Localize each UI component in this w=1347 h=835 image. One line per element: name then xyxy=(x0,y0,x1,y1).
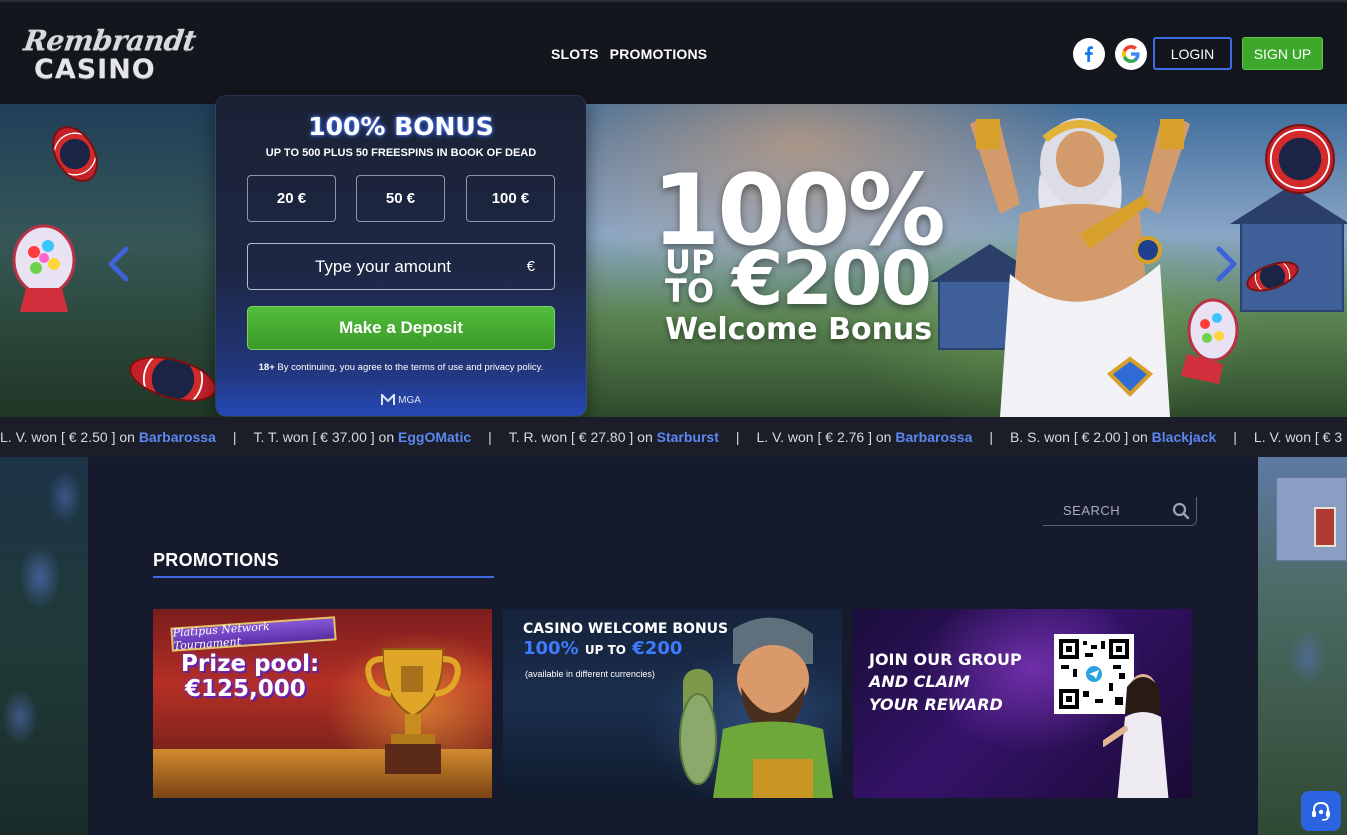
prize-pool-amount: €125,000 xyxy=(185,676,306,702)
login-button[interactable]: LOGIN xyxy=(1153,37,1232,70)
headset-icon xyxy=(1312,801,1330,821)
join-group-line3: YOUR REWARD xyxy=(869,695,1003,714)
trophy-icon xyxy=(365,648,461,774)
nav-promotions[interactable]: PROMOTIONS xyxy=(610,46,708,62)
hero-banner[interactable]: 100% UP TO €200 Welcome Bonus xyxy=(0,104,1347,417)
facebook-icon xyxy=(1085,46,1093,62)
ticker-game-link[interactable]: Barbarossa xyxy=(895,429,972,445)
promo-card-tournament[interactable]: Platipus Network Tournament Prize pool: … xyxy=(153,609,492,798)
ticker-separator: | xyxy=(488,429,492,445)
ticker-item: T. R. won [ € 27.80 ] on Starburst xyxy=(509,429,719,445)
logo-script: Rembrandt xyxy=(21,24,198,57)
age-restriction: 18+ xyxy=(258,362,275,373)
ticker-item: L. V. won [ € 3 xyxy=(1254,429,1342,445)
ticker-winner: L. V. won [ € 3 xyxy=(1253,429,1343,445)
ticker-item: L. V. won [ € 2.50 ] on Barbarossa xyxy=(0,429,216,445)
welcome-bonus-note: (available in different currencies) xyxy=(525,669,655,679)
ticker-game-link[interactable]: Starburst xyxy=(657,429,719,445)
ticker-game-link[interactable]: EggOMatic xyxy=(398,429,471,445)
amount-option-50[interactable]: 50 € xyxy=(356,175,445,222)
deposit-title: 100% BONUS xyxy=(308,112,494,141)
join-group-title: JOIN OUR GROUP xyxy=(869,650,1022,669)
mga-license: MGA xyxy=(216,394,586,406)
deposit-widget: 100% BONUS UP TO 500 PLUS 50 FREESPINS I… xyxy=(216,96,586,416)
search-icon[interactable] xyxy=(1172,502,1190,520)
background-scenery-left xyxy=(0,457,88,835)
hero-amount: €200 xyxy=(732,236,932,322)
tournament-banner-label: Platipus Network Tournament xyxy=(172,619,271,653)
promo-card-welcome-bonus[interactable]: CASINO WELCOME BONUS 100% UP TO €200 (av… xyxy=(503,609,842,798)
fisherman-character-image xyxy=(679,617,833,798)
google-login-button[interactable] xyxy=(1115,38,1147,70)
promotions-heading: PROMOTIONS xyxy=(153,550,280,570)
tournament-banner: Platipus Network Tournament xyxy=(170,616,337,653)
carousel-prev-button[interactable] xyxy=(103,244,133,284)
house-door xyxy=(1314,507,1336,547)
hero-up-to: UP TO xyxy=(665,246,715,310)
chevron-left-icon xyxy=(108,246,129,282)
main-nav: SLOTS PROMOTIONS xyxy=(551,46,707,62)
hero-subtitle: Welcome Bonus xyxy=(665,312,933,347)
casino-logo[interactable]: Rembrandt CASINO xyxy=(20,24,198,86)
ticker-winner: L. V. won [ € 2.50 ] on xyxy=(0,429,135,445)
amount-option-100[interactable]: 100 € xyxy=(466,175,555,222)
chevron-right-icon xyxy=(1216,246,1237,282)
ticker-separator: | xyxy=(735,429,740,445)
ticker-separator: | xyxy=(1233,429,1237,445)
nav-slots[interactable]: SLOTS xyxy=(551,46,599,62)
prize-pool-label: Prize pool: xyxy=(181,651,320,677)
ticker-item: L. V. won [ € 2.76 ] on Barbarossa xyxy=(757,429,973,445)
site-header: Rembrandt CASINO SLOTS PROMOTIONS LOGIN … xyxy=(0,0,1347,104)
custom-amount-field: € xyxy=(247,243,555,290)
background-scenery-right xyxy=(1258,457,1347,835)
search-box xyxy=(1043,497,1197,526)
house xyxy=(1276,477,1347,561)
welcome-bonus-percent: 100% xyxy=(523,638,579,659)
winners-ticker: L. V. won [ € 2.50 ] on Barbarossa | T. … xyxy=(0,417,1347,457)
main-content: PROMOTIONS Platipus Network Tournament P… xyxy=(88,457,1258,835)
ticker-game-link[interactable]: Blackjack xyxy=(1152,429,1217,445)
ticker-game-link[interactable]: Barbarossa xyxy=(139,429,216,445)
gumball-machine-icon xyxy=(12,224,76,312)
ticker-track: L. V. won [ € 2.50 ] on Barbarossa | T. … xyxy=(0,429,1342,445)
amount-option-20[interactable]: 20 € xyxy=(247,175,336,222)
mga-logo-icon xyxy=(381,394,396,405)
search-input[interactable] xyxy=(1043,497,1167,524)
ticker-separator: | xyxy=(232,429,237,445)
hero-to-line: TO xyxy=(665,272,715,310)
welcome-bonus-offer: 100% UP TO €200 xyxy=(523,638,682,659)
make-deposit-button[interactable]: Make a Deposit xyxy=(247,306,555,350)
promo-card-join-group[interactable]: JOIN OUR GROUP AND CLAIM YOUR REWARD xyxy=(853,609,1192,798)
ticker-separator: | xyxy=(989,429,994,445)
logo-word: CASINO xyxy=(34,54,156,85)
deposit-subtitle: UP TO 500 PLUS 50 FREESPINS IN BOOK OF D… xyxy=(265,147,537,159)
presenter-woman-image xyxy=(1103,674,1169,798)
carousel-next-button[interactable] xyxy=(1212,244,1242,284)
ticker-winner: B. S. won [ € 2.00 ] on xyxy=(1010,429,1148,445)
casino-chip-icon xyxy=(1265,124,1335,194)
signup-button[interactable]: SIGN UP xyxy=(1242,37,1323,70)
join-group-line2: AND CLAIM xyxy=(869,672,970,691)
currency-symbol: € xyxy=(526,258,535,275)
ticker-winner: T. R. won [ € 27.80 ] on xyxy=(508,429,653,445)
custom-amount-input[interactable] xyxy=(248,244,518,289)
ticker-item: B. S. won [ € 2.00 ] on Blackjack xyxy=(1010,429,1216,445)
live-support-button[interactable] xyxy=(1301,791,1341,831)
google-icon xyxy=(1122,45,1140,63)
ticker-item: T. T. won [ € 37.00 ] on EggOMatic xyxy=(254,429,472,445)
promotions-underline xyxy=(153,576,494,578)
mga-label: MGA xyxy=(398,394,421,406)
facebook-login-button[interactable] xyxy=(1073,38,1105,70)
ticker-winner: L. V. won [ € 2.76 ] on xyxy=(756,429,892,445)
terms-text: 18+ By continuing, you agree to the term… xyxy=(256,361,546,374)
welcome-bonus-upto: UP TO xyxy=(584,643,626,657)
zeus-character-image xyxy=(970,118,1190,417)
terms-label: By continuing, you agree to the terms of… xyxy=(277,362,544,373)
ticker-winner: T. T. won [ € 37.00 ] on xyxy=(253,429,395,445)
